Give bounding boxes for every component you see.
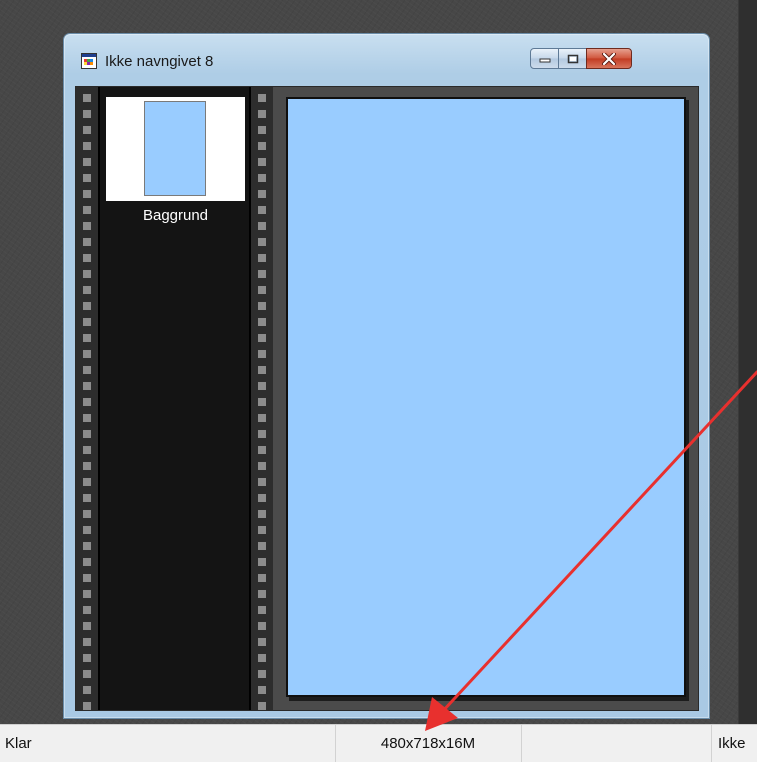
status-separator — [521, 725, 522, 762]
status-right-text: Ikke — [718, 735, 746, 752]
layer-thumbnail-preview — [144, 101, 206, 196]
status-bar: Klar 480x718x16M Ikke — [0, 724, 757, 762]
document-client-area: Baggrund — [75, 86, 699, 711]
close-icon — [602, 52, 616, 65]
layer-name: Baggrund — [142, 207, 209, 224]
window-controls — [530, 48, 632, 69]
image-dimensions: 480x718x16M — [380, 735, 476, 752]
layer-thumbnail[interactable] — [106, 97, 245, 201]
window-title: Ikke navngivet 8 — [105, 53, 214, 70]
layer-filmstrip: Baggrund — [76, 87, 273, 710]
minimize-icon — [539, 58, 550, 62]
title-bar[interactable]: Ikke navngivet 8 — [64, 34, 709, 86]
status-separator — [711, 725, 712, 762]
maximize-button[interactable] — [558, 48, 587, 69]
image-document-icon — [81, 53, 97, 69]
image-canvas[interactable] — [286, 97, 686, 697]
minimize-button[interactable] — [530, 48, 559, 69]
film-perforation-left — [76, 87, 98, 710]
document-window[interactable]: Ikke navngivet 8 Baggrund — [63, 33, 710, 719]
right-panel-edge — [738, 0, 757, 724]
status-text: Klar — [5, 735, 32, 752]
close-button[interactable] — [586, 48, 632, 69]
film-perforation-right — [251, 87, 273, 710]
film-divider — [249, 87, 251, 710]
film-divider — [98, 87, 100, 710]
restore-icon — [567, 54, 578, 63]
